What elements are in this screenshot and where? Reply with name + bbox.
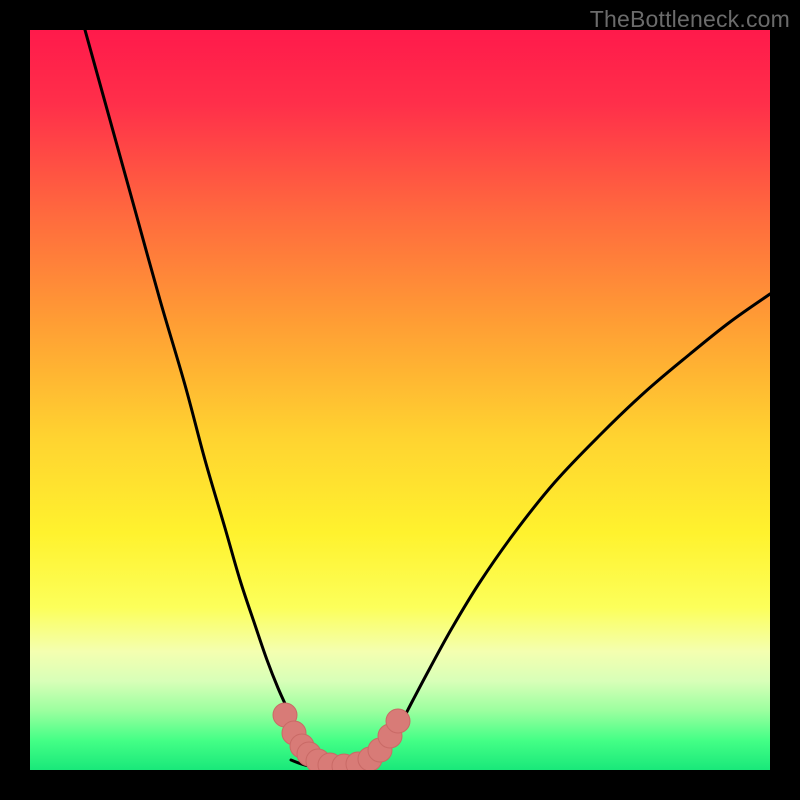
outer-frame: TheBottleneck.com: [0, 0, 800, 800]
chart-svg: [30, 30, 770, 770]
gradient-background: [30, 30, 770, 770]
plot-area: [30, 30, 770, 770]
watermark-text: TheBottleneck.com: [590, 6, 790, 33]
data-marker: [386, 709, 410, 733]
